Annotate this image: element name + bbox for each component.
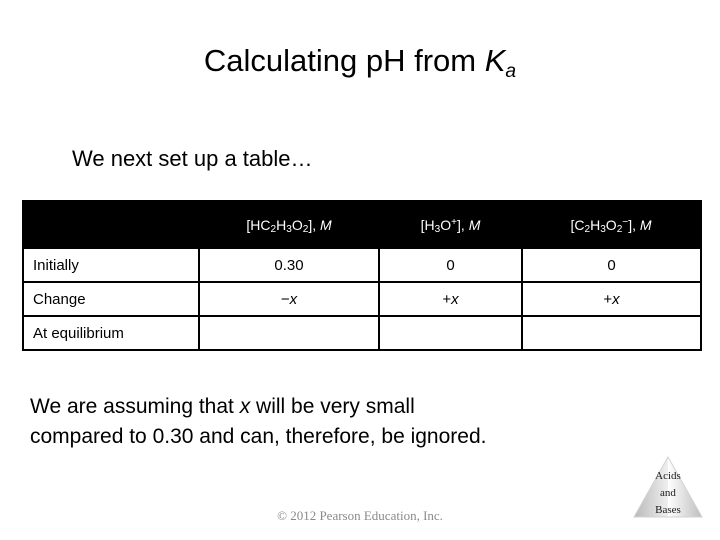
molarity-unit: M: [468, 216, 481, 233]
subscript: 3: [286, 224, 292, 236]
subscript: 2: [302, 224, 309, 236]
assumption-line-1: We are assuming that x will be very smal…: [30, 395, 415, 418]
table-row: At equilibrium: [22, 315, 702, 351]
cell-equilibrium-hydronium: [378, 315, 523, 351]
logo-line-2: and: [660, 487, 676, 500]
page-title: Calculating pH from Ka: [0, 43, 720, 81]
copyright-notice: © 2012 Pearson Education, Inc.: [277, 508, 443, 523]
cell-initially-acetate: 0: [521, 247, 702, 283]
row-label-change: Change: [22, 281, 200, 317]
column-header-acetate: [C2H3O2−], M: [522, 201, 701, 248]
cell-equilibrium-acetate: [521, 315, 702, 351]
page-title-symbol: K: [484, 43, 506, 78]
superscript-charge: −: [622, 217, 629, 229]
ice-table-container: [HC2H3O2], M [H3O+], M [C2H3O2−], M Init…: [22, 200, 702, 351]
intro-text: We next set up a table…: [72, 146, 313, 171]
subscript: 3: [434, 224, 441, 236]
page-title-prefix: Calculating pH from: [203, 43, 485, 78]
row-label-initially: Initially: [22, 247, 200, 283]
assumption-text: We are assuming that x will be very smal…: [30, 392, 650, 453]
logo-line-1: Acids: [655, 470, 681, 482]
slide-canvas: Calculating pH from Ka We next set up a …: [0, 0, 720, 540]
ice-table: [HC2H3O2], M [H3O+], M [C2H3O2−], M Init…: [22, 200, 702, 351]
molarity-unit: M: [639, 216, 652, 233]
cell-initially-acetic-acid: 0.30: [198, 247, 380, 283]
table-body: Initially 0.30 0 0 Change −x +x +x At eq…: [22, 247, 702, 351]
cell-change-hydronium: +x: [378, 281, 523, 317]
assumption-line-2: compared to 0.30 and can, therefore, be …: [30, 425, 487, 449]
cell-change-acetic-acid: −x: [198, 281, 380, 317]
subscript: 3: [600, 224, 606, 236]
table-row: Initially 0.30 0 0: [22, 247, 702, 283]
column-header-acetic-acid: [HC2H3O2], M: [199, 201, 379, 248]
page-title-symbol-subscript: a: [505, 60, 517, 82]
table-row: Change −x +x +x: [22, 281, 702, 317]
cell-initially-hydronium: 0: [378, 247, 523, 283]
cell-equilibrium-acetic-acid: [198, 315, 380, 351]
row-label-at-equilibrium: At equilibrium: [22, 315, 200, 351]
table-header-row-group: [HC2H3O2], M [H3O+], M [C2H3O2−], M: [23, 201, 701, 248]
subscript: 2: [584, 224, 591, 236]
cell-change-acetate: +x: [521, 281, 702, 317]
column-header-hydronium: [H3O+], M: [379, 201, 522, 248]
superscript-charge: +: [451, 217, 458, 229]
molarity-unit: M: [319, 216, 332, 233]
subscript: 2: [270, 224, 277, 236]
table-header-row: [HC2H3O2], M [H3O+], M [C2H3O2−], M: [23, 201, 701, 248]
table-corner-header: [23, 201, 199, 248]
